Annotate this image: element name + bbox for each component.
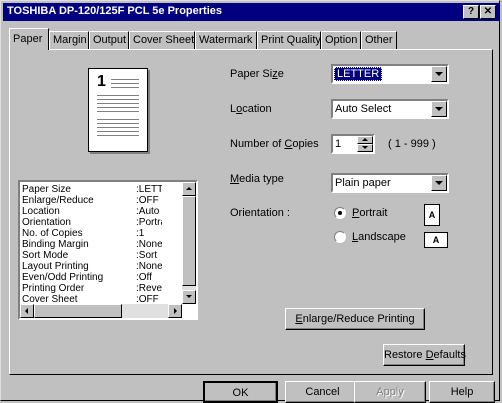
page-preview: 1 bbox=[88, 68, 148, 152]
window-title: TOSHIBA DP-120/125F PCL 5e Properties bbox=[7, 5, 222, 17]
chevron-down-icon[interactable] bbox=[431, 66, 447, 82]
list-item-value: :Portrait bbox=[136, 217, 162, 228]
list-item-key: Printing Order bbox=[22, 283, 85, 294]
location-label: Location bbox=[230, 103, 272, 115]
chevron-down-icon[interactable] bbox=[431, 101, 447, 117]
landscape-radio[interactable] bbox=[334, 231, 346, 243]
list-item-value: :None bbox=[136, 261, 162, 272]
list-item-value: :OFF bbox=[136, 195, 159, 206]
horizontal-scrollbar[interactable] bbox=[20, 304, 182, 318]
list-item-key: Layout Printing bbox=[22, 261, 89, 272]
landscape-label[interactable]: Landscape bbox=[352, 231, 406, 243]
tab-watermark[interactable]: Watermark bbox=[195, 31, 257, 49]
cancel-button[interactable]: Cancel bbox=[285, 381, 360, 403]
list-item: Enlarge/Reduce :OFF bbox=[22, 195, 159, 206]
close-icon[interactable]: ✕ bbox=[480, 5, 496, 19]
tab-output[interactable]: Output bbox=[89, 31, 129, 49]
list-item-value: :Off bbox=[136, 272, 152, 283]
list-item: No. of Copies :1 bbox=[22, 228, 144, 239]
list-item-key: Even/Odd Printing bbox=[22, 272, 104, 283]
list-item-key: Orientation bbox=[22, 217, 71, 228]
list-item: Sort Mode :Sort bbox=[22, 250, 157, 261]
list-item: Binding Margin :None bbox=[22, 239, 162, 250]
list-item: Location :Auto Select bbox=[22, 206, 162, 217]
preview-page-number: 1 bbox=[97, 73, 106, 90]
enlarge-reduce-button[interactable]: Enlarge/Reduce Printing bbox=[285, 308, 425, 330]
list-item-value: :None bbox=[136, 239, 162, 250]
paper-size-value: LETTER bbox=[334, 67, 383, 81]
media-type-label: Media type bbox=[230, 173, 284, 185]
list-item-value: :Reverse bbox=[136, 283, 162, 294]
tab-print-quality[interactable]: Print Quality bbox=[257, 31, 321, 49]
media-type-value: Plain paper bbox=[335, 177, 391, 189]
scroll-thumb[interactable] bbox=[182, 196, 196, 286]
paper-size-label: Paper Size bbox=[230, 68, 284, 80]
scroll-left-icon[interactable] bbox=[20, 304, 34, 318]
paper-tab-panel: 1 Paper Size:LETTEREnlarge/Reduce:OFFLoc… bbox=[9, 49, 493, 375]
list-item-key: Sort Mode bbox=[22, 250, 69, 261]
list-item: Orientation :Portrait bbox=[22, 217, 162, 228]
copies-input[interactable]: 1 bbox=[331, 134, 375, 154]
location-value: Auto Select bbox=[335, 103, 392, 115]
list-item-value: :1 bbox=[136, 228, 145, 239]
chevron-down-icon[interactable] bbox=[431, 175, 447, 191]
copies-range: ( 1 - 999 ) bbox=[388, 138, 436, 150]
list-item-key: Enlarge/Reduce bbox=[22, 195, 94, 206]
scroll-up-icon[interactable] bbox=[182, 182, 196, 196]
list-item-value: :Auto Select bbox=[136, 206, 162, 217]
list-item: Printing Order :Reverse bbox=[22, 283, 162, 294]
scroll-right-icon[interactable] bbox=[168, 304, 182, 318]
portrait-label[interactable]: Portrait bbox=[352, 207, 387, 219]
tab-cover-sheet[interactable]: Cover Sheet bbox=[129, 31, 195, 49]
list-item-key: No. of Copies bbox=[22, 228, 83, 239]
paper-size-select[interactable]: LETTER bbox=[331, 64, 449, 84]
list-item-key: Paper Size bbox=[22, 184, 71, 195]
list-item: Even/Odd Printing :Off bbox=[22, 272, 152, 283]
list-item: Paper Size :LETTER bbox=[22, 184, 162, 195]
help-button[interactable]: Help bbox=[429, 381, 495, 403]
list-item: Layout Printing :None bbox=[22, 261, 162, 272]
orientation-label: Orientation : bbox=[230, 207, 290, 219]
copies-down-icon[interactable] bbox=[357, 144, 373, 152]
portrait-radio[interactable] bbox=[334, 207, 346, 219]
restore-defaults-button[interactable]: Restore Defaults bbox=[383, 344, 466, 366]
vertical-scrollbar[interactable] bbox=[182, 182, 196, 304]
tab-option[interactable]: Option bbox=[321, 31, 361, 49]
settings-summary-list[interactable]: Paper Size:LETTEREnlarge/Reduce:OFFLocat… bbox=[18, 180, 198, 320]
copies-up-icon[interactable] bbox=[357, 136, 373, 144]
landscape-page-icon: A bbox=[424, 232, 448, 248]
location-select[interactable]: Auto Select bbox=[331, 99, 449, 119]
properties-dialog: TOSHIBA DP-120/125F PCL 5e Properties ? … bbox=[0, 0, 500, 403]
tab-margin[interactable]: Margin bbox=[49, 31, 89, 49]
list-item-key: Location bbox=[22, 206, 60, 217]
media-type-select[interactable]: Plain paper bbox=[331, 173, 449, 193]
copies-value: 1 bbox=[335, 138, 342, 150]
hscroll-thumb[interactable] bbox=[34, 304, 122, 318]
portrait-page-icon: A bbox=[424, 204, 440, 226]
apply-button[interactable]: Apply bbox=[354, 381, 426, 403]
tab-other[interactable]: Other bbox=[361, 31, 397, 49]
list-item-value: :Sort bbox=[136, 250, 158, 261]
scroll-down-icon[interactable] bbox=[182, 290, 196, 304]
help-icon[interactable]: ? bbox=[463, 5, 479, 19]
title-bar[interactable]: TOSHIBA DP-120/125F PCL 5e Properties ? … bbox=[3, 3, 499, 21]
ok-button[interactable]: OK bbox=[203, 381, 278, 403]
copies-label: Number of Copies bbox=[230, 138, 319, 150]
list-item-key: Binding Margin bbox=[22, 239, 89, 250]
list-item-value: :LETTER bbox=[136, 184, 162, 195]
tab-paper[interactable]: Paper bbox=[9, 28, 49, 50]
